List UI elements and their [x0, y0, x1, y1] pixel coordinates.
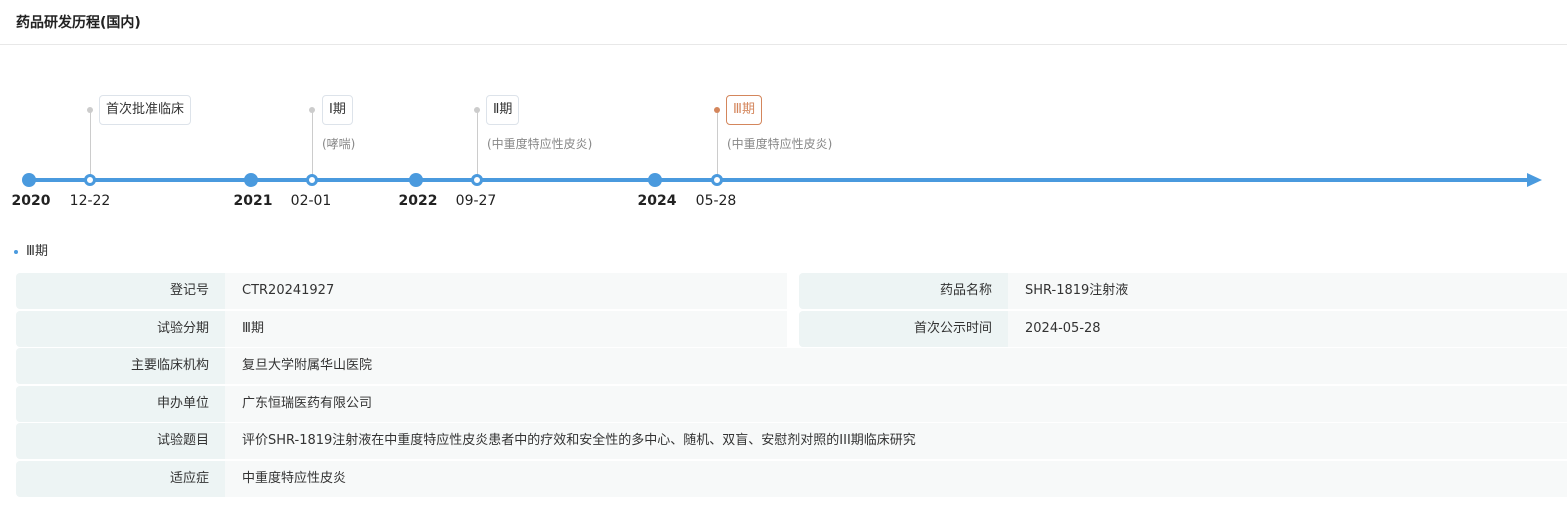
- event-dot: [309, 107, 315, 113]
- label-sponsor: 申办单位: [16, 386, 225, 422]
- event-subtitle: (哮喘): [322, 137, 356, 151]
- detail-row: 适应症 中重度特应性皮炎: [16, 461, 1567, 497]
- arrow-right-icon: [1527, 173, 1542, 187]
- detail-row: 申办单位 广东恒瑞医药有限公司: [16, 386, 1567, 422]
- event-stem: [312, 110, 313, 176]
- header: 药品研发历程(国内): [0, 0, 1567, 45]
- page-title: 药品研发历程(国内): [16, 15, 141, 31]
- detail-row: 试验分期 Ⅲ期: [16, 311, 787, 347]
- event-date: 05-28: [695, 193, 737, 209]
- value-institution: 复旦大学附属华山医院: [225, 348, 1567, 384]
- value-first-pub: 2024-05-28: [1008, 311, 1567, 347]
- label-title: 试验题目: [16, 423, 225, 459]
- label-indication: 适应症: [16, 461, 225, 497]
- event-dot: [474, 107, 480, 113]
- event-dot: [714, 107, 720, 113]
- value-reg-no: CTR20241927: [225, 273, 787, 309]
- event-stem: [717, 110, 718, 176]
- value-drug-name: SHR-1819注射液: [1008, 273, 1567, 309]
- detail-row: 首次公示时间 2024-05-28: [799, 311, 1567, 347]
- year-label: 2020: [11, 193, 51, 209]
- event-subtitle: (中重度特应性皮炎): [727, 137, 833, 151]
- year-marker: [648, 173, 662, 187]
- label-first-pub: 首次公示时间: [799, 311, 1008, 347]
- event-marker[interactable]: [471, 174, 483, 186]
- value-title: 评价SHR-1819注射液在中重度特应性皮炎患者中的疗效和安全性的多中心、随机、…: [225, 423, 1567, 459]
- label-drug-name: 药品名称: [799, 273, 1008, 309]
- section-title: Ⅲ期: [14, 240, 48, 259]
- detail-row: 主要临床机构 复旦大学附属华山医院: [16, 348, 1567, 384]
- event-date: 12-22: [69, 193, 111, 209]
- value-indication: 中重度特应性皮炎: [225, 461, 1567, 497]
- event-marker[interactable]: [84, 174, 96, 186]
- event-subtitle: (中重度特应性皮炎): [487, 137, 593, 151]
- year-marker: [409, 173, 423, 187]
- section-title-text: Ⅲ期: [26, 244, 48, 259]
- value-phase: Ⅲ期: [225, 311, 787, 347]
- label-reg-no: 登记号: [16, 273, 225, 309]
- event-label[interactable]: 首次批准临床: [99, 95, 192, 125]
- event-label[interactable]: Ⅰ期: [322, 95, 353, 125]
- detail-row: 试验题目 评价SHR-1819注射液在中重度特应性皮炎患者中的疗效和安全性的多中心…: [16, 423, 1567, 459]
- bullet-icon: [14, 249, 18, 254]
- event-dot: [87, 107, 93, 113]
- event-label[interactable]: Ⅲ期: [726, 95, 762, 125]
- event-label[interactable]: Ⅱ期: [486, 95, 520, 125]
- label-phase: 试验分期: [16, 311, 225, 347]
- event-stem: [477, 110, 478, 176]
- event-marker[interactable]: [306, 174, 318, 186]
- detail-row: 药品名称 SHR-1819注射液: [799, 273, 1567, 309]
- event-date: 09-27: [455, 193, 497, 209]
- label-institution: 主要临床机构: [16, 348, 225, 384]
- event-date: 02-01: [290, 193, 332, 209]
- event-stem: [90, 110, 91, 176]
- value-sponsor: 广东恒瑞医药有限公司: [225, 386, 1567, 422]
- event-marker[interactable]: [711, 174, 723, 186]
- year-label: 2021: [233, 193, 273, 209]
- year-marker: [22, 173, 36, 187]
- year-label: 2022: [398, 193, 438, 209]
- year-marker: [244, 173, 258, 187]
- year-label: 2024: [637, 193, 677, 209]
- detail-row: 登记号 CTR20241927: [16, 273, 787, 309]
